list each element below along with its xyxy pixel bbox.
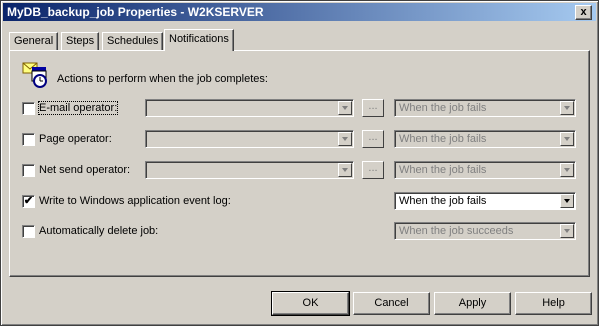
email-condition-select[interactable]: When the job fails: [394, 99, 576, 117]
net-send-condition-select[interactable]: When the job fails: [394, 161, 576, 179]
tab-notifications-label: Notifications: [169, 33, 229, 45]
net-send-operator-row: Net send operator: ... When the job fail…: [0, 161, 599, 181]
net-send-operator-browse-button[interactable]: ...: [362, 161, 384, 179]
page-operator-checkbox[interactable]: [22, 133, 35, 146]
close-icon: x: [580, 6, 587, 18]
tab-steps[interactable]: Steps: [61, 32, 100, 50]
section-heading: Actions to perform when the job complete…: [57, 73, 268, 85]
tab-schedules[interactable]: Schedules: [102, 32, 164, 50]
chevron-down-icon[interactable]: [560, 163, 574, 177]
apply-button[interactable]: Apply: [434, 292, 511, 315]
chevron-down-icon[interactable]: [560, 194, 574, 208]
cancel-button[interactable]: Cancel: [353, 292, 430, 315]
page-operator-label: Page operator:: [39, 133, 112, 145]
page-operator-row: Page operator: ... When the job fails: [0, 130, 599, 150]
auto-delete-condition-select[interactable]: When the job succeeds: [394, 222, 576, 240]
chevron-down-icon[interactable]: [338, 132, 352, 146]
chevron-down-icon[interactable]: [560, 132, 574, 146]
tab-schedules-label: Schedules: [107, 35, 159, 47]
event-log-condition-value: When the job fails: [399, 195, 487, 207]
auto-delete-label: Automatically delete job:: [39, 225, 159, 237]
event-log-label: Write to Windows application event log:: [39, 195, 231, 207]
page-condition-select[interactable]: When the job fails: [394, 130, 576, 148]
auto-delete-checkbox[interactable]: [22, 225, 35, 238]
ok-button[interactable]: OK: [271, 291, 350, 316]
tab-notifications[interactable]: Notifications: [164, 29, 234, 51]
event-log-row: ✔ Write to Windows application event log…: [0, 192, 599, 212]
chevron-down-icon[interactable]: [560, 224, 574, 238]
net-send-operator-checkbox[interactable]: [22, 164, 35, 177]
email-operator-label: E-mail operator:: [37, 101, 119, 115]
title-bar[interactable]: MyDB_backup_job Properties - W2KSERVER x: [3, 3, 596, 21]
window-title: MyDB_backup_job Properties - W2KSERVER: [7, 5, 264, 19]
chevron-down-icon[interactable]: [338, 101, 352, 115]
email-operator-checkbox[interactable]: [22, 102, 35, 115]
event-log-condition-select[interactable]: When the job fails: [394, 192, 576, 210]
email-operator-browse-button[interactable]: ...: [362, 99, 384, 117]
email-operator-select[interactable]: [145, 99, 354, 117]
tab-steps-label: Steps: [66, 35, 95, 47]
net-send-condition-value: When the job fails: [399, 164, 487, 176]
event-log-checkbox[interactable]: ✔: [22, 195, 35, 208]
email-condition-value: When the job fails: [399, 102, 487, 114]
auto-delete-condition-value: When the job succeeds: [399, 225, 514, 237]
net-send-operator-label: Net send operator:: [39, 164, 131, 176]
chevron-down-icon[interactable]: [560, 101, 574, 115]
email-operator-row: E-mail operator: ... When the job fails: [0, 99, 599, 119]
net-send-operator-select[interactable]: [145, 161, 354, 179]
mail-clock-icon: [22, 62, 47, 88]
chevron-down-icon[interactable]: [338, 163, 352, 177]
tab-general[interactable]: General: [9, 32, 59, 50]
close-button[interactable]: x: [575, 5, 592, 20]
page-operator-browse-button[interactable]: ...: [362, 130, 384, 148]
page-condition-value: When the job fails: [399, 133, 487, 145]
auto-delete-row: Automatically delete job: When the job s…: [0, 222, 599, 242]
page-operator-select[interactable]: [145, 130, 354, 148]
help-button[interactable]: Help: [515, 292, 592, 315]
tab-general-label: General: [14, 35, 54, 47]
